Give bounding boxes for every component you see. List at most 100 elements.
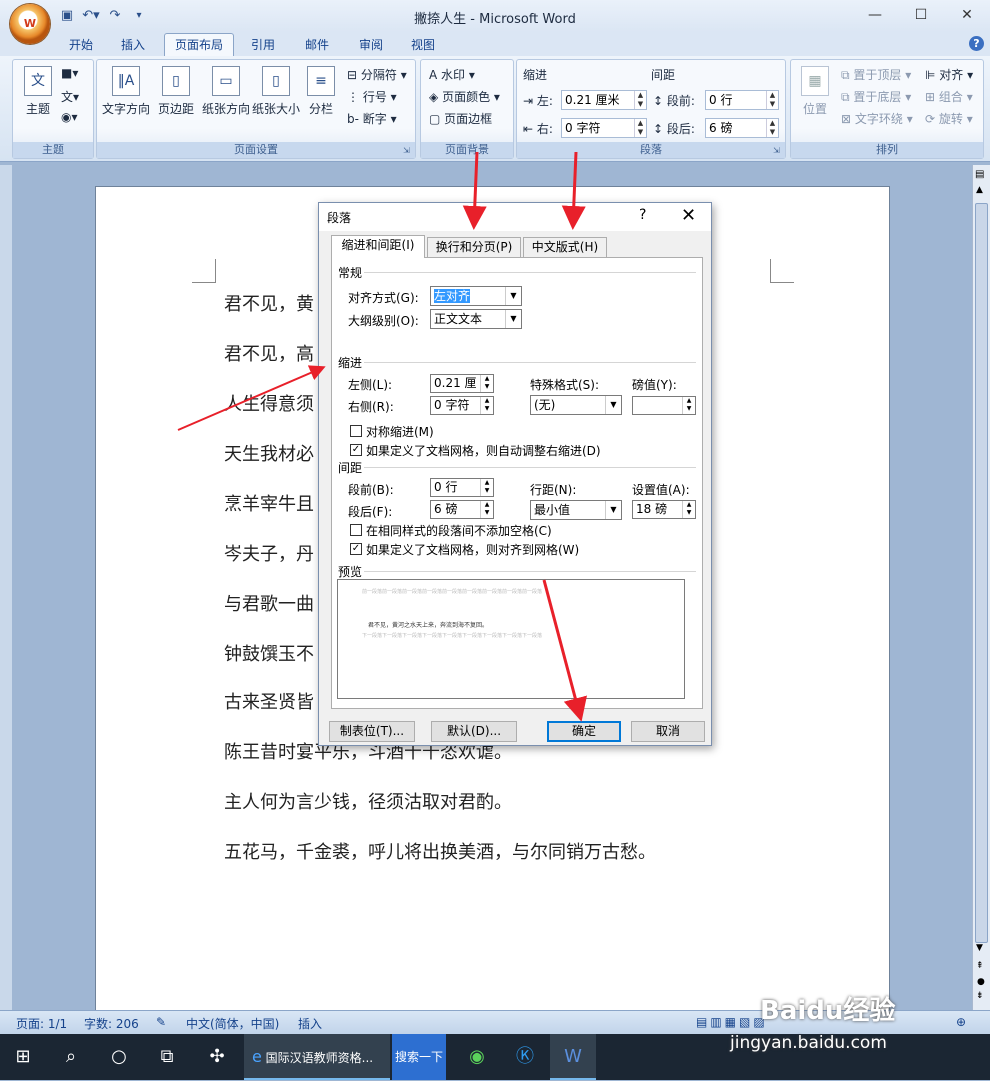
status-word-count[interactable]: 字数: 206 <box>84 1015 139 1032</box>
text-wrap-button[interactable]: ⊠ 文字环绕 ▾ <box>841 110 913 127</box>
tab-insert[interactable]: 插入 <box>110 34 156 56</box>
tab-asian-typography[interactable]: 中文版式(H) <box>523 237 607 257</box>
spacing-before-spinner[interactable]: 0 行 ▲ ▼ <box>705 90 779 110</box>
indent-left-spinner[interactable]: 0.21 厘米 ▲ ▼ <box>561 90 647 110</box>
rotate-button[interactable]: ⟳ 旋转 ▾ <box>925 110 973 127</box>
tab-review[interactable]: 审阅 <box>348 34 394 56</box>
spinner-arrows-icon[interactable]: ▲ ▼ <box>634 91 646 109</box>
theme-colors-icon[interactable]: ■▾ <box>61 66 78 80</box>
bring-front-button[interactable]: ⧉ 置于顶层 ▾ <box>841 66 911 83</box>
margins-button[interactable]: ▯ 页边距 <box>151 66 201 117</box>
indent-right-field[interactable]: 0 字符 ▲ ▼ <box>430 396 494 415</box>
cortana-icon[interactable]: ○ <box>96 1034 142 1080</box>
zoom-in-icon[interactable]: ⊕ <box>956 1015 966 1029</box>
chevron-down-icon[interactable]: ▼ <box>505 287 521 305</box>
minimize-button[interactable]: — <box>852 0 898 30</box>
at-field[interactable]: 18 磅 ▲ ▼ <box>632 500 696 519</box>
ruler-toggle-icon[interactable]: ▤ <box>975 169 984 180</box>
tab-references[interactable]: 引用 <box>240 34 286 56</box>
scroll-up-icon[interactable]: ▲ <box>976 185 983 195</box>
spinner-arrows-icon[interactable]: ▲ ▼ <box>480 501 493 518</box>
status-language[interactable]: 中文(简体，中国) <box>186 1015 279 1032</box>
set-default-button[interactable]: 默认(D)... <box>431 721 517 742</box>
page-color-button[interactable]: ◈ 页面颜色 ▾ <box>429 88 500 105</box>
auto-adjust-checkbox[interactable]: ✓ <box>350 444 362 456</box>
spinner-arrows-icon[interactable]: ▲ ▼ <box>634 119 646 137</box>
before-field[interactable]: 0 行 ▲ ▼ <box>430 478 494 497</box>
theme-effects-icon[interactable]: ◉▾ <box>61 110 78 124</box>
undo-icon[interactable]: ↶▾ <box>82 8 100 24</box>
send-back-button[interactable]: ⧉ 置于底层 ▾ <box>841 88 911 105</box>
taskbar-search-button[interactable]: 搜索一下 <box>392 1034 446 1080</box>
scroll-down-icon[interactable]: ▼ <box>976 943 983 953</box>
spinner-arrows-icon[interactable]: ▲ ▼ <box>480 375 493 392</box>
dialog-close-button[interactable]: ✕ <box>681 205 696 226</box>
office-button[interactable]: W <box>10 4 50 44</box>
next-page-icon[interactable]: ⇟ <box>976 991 984 1001</box>
tab-indents-spacing[interactable]: 缩进和间距(I) <box>331 235 425 258</box>
save-icon[interactable]: ▣ <box>58 8 76 24</box>
search-icon[interactable]: ⌕ <box>48 1034 94 1080</box>
tab-page-layout[interactable]: 页面布局 <box>164 33 234 57</box>
status-page[interactable]: 页面: 1/1 <box>16 1015 67 1032</box>
scroll-thumb[interactable] <box>975 203 988 943</box>
line-spacing-select[interactable]: 最小值 ▼ <box>530 500 622 520</box>
refresh-app-icon[interactable]: ◉ <box>454 1034 500 1080</box>
status-insert-mode[interactable]: 插入 <box>298 1015 322 1032</box>
no-space-checkbox[interactable] <box>350 524 362 536</box>
outline-level-select[interactable]: 正文文本 ▼ <box>430 309 522 329</box>
breaks-button[interactable]: ⊟ 分隔符 ▾ <box>347 66 407 83</box>
prev-page-icon[interactable]: ⇞ <box>976 961 984 971</box>
windows-start-icon[interactable]: ⊞ <box>0 1034 46 1080</box>
snap-grid-checkbox[interactable]: ✓ <box>350 543 362 555</box>
indent-left-field[interactable]: 0.21 厘 ▲ ▼ <box>430 374 494 393</box>
ok-button[interactable]: 确定 <box>547 721 621 742</box>
position-button[interactable]: ▦ 位置 <box>793 66 837 117</box>
customize-qat-icon[interactable]: ▾ <box>130 8 148 24</box>
dialog-help-button[interactable]: ? <box>639 207 646 223</box>
chevron-down-icon[interactable]: ▼ <box>505 310 521 328</box>
page-setup-launcher-icon[interactable]: ⇲ <box>403 146 413 156</box>
proofing-icon[interactable]: ✎ <box>156 1015 166 1029</box>
after-field[interactable]: 6 磅 ▲ ▼ <box>430 500 494 519</box>
maximize-button[interactable]: ☐ <box>898 0 944 30</box>
tab-view[interactable]: 视图 <box>400 34 446 56</box>
special-select[interactable]: (无) ▼ <box>530 395 622 415</box>
paragraph-launcher-icon[interactable]: ⇲ <box>773 146 783 156</box>
size-button[interactable]: ▯ 纸张大小 <box>251 66 301 117</box>
group-button[interactable]: ⊞ 组合 ▾ <box>925 88 973 105</box>
spinner-arrows-icon[interactable]: ▲ ▼ <box>682 501 695 518</box>
by-field[interactable]: ▲ ▼ <box>632 396 696 415</box>
spinner-arrows-icon[interactable]: ▲ ▼ <box>480 397 493 414</box>
line-numbers-button[interactable]: ⋮ 行号 ▾ <box>347 88 397 105</box>
help-icon[interactable]: ? <box>969 36 984 51</box>
k-app-icon[interactable]: Ⓚ <box>502 1034 548 1080</box>
pinwheel-app-icon[interactable]: ✣ <box>194 1034 240 1080</box>
alignment-select[interactable]: 左对齐 ▼ <box>430 286 522 306</box>
page-borders-button[interactable]: ▢ 页面边框 <box>429 110 492 127</box>
chevron-down-icon[interactable]: ▼ <box>605 396 621 414</box>
orientation-button[interactable]: ▭ 纸张方向 <box>201 66 251 117</box>
spinner-arrows-icon[interactable]: ▲ ▼ <box>682 397 695 414</box>
tab-line-page-breaks[interactable]: 换行和分页(P) <box>427 237 521 257</box>
columns-button[interactable]: ≡ 分栏 <box>299 66 343 117</box>
text-direction-button[interactable]: ‖A 文字方向 <box>101 66 151 117</box>
word-app-icon[interactable]: W <box>550 1034 596 1080</box>
watermark-button[interactable]: A 水印 ▾ <box>429 66 475 83</box>
tab-home[interactable]: 开始 <box>58 34 104 56</box>
tabs-button[interactable]: 制表位(T)... <box>329 721 415 742</box>
close-window-button[interactable]: ✕ <box>944 0 990 30</box>
tab-mailings[interactable]: 邮件 <box>294 34 340 56</box>
spinner-arrows-icon[interactable]: ▲ ▼ <box>480 479 493 496</box>
redo-icon[interactable]: ↷ <box>106 8 124 24</box>
task-view-icon[interactable]: ⧉ <box>144 1034 190 1080</box>
theme-fonts-icon[interactable]: 文▾ <box>61 88 79 105</box>
taskbar-browser-item[interactable]: e 国际汉语教师资格... <box>244 1034 390 1080</box>
align-button[interactable]: ⊫ 对齐 ▾ <box>925 66 973 83</box>
indent-right-spinner[interactable]: 0 字符 ▲ ▼ <box>561 118 647 138</box>
cancel-button[interactable]: 取消 <box>631 721 705 742</box>
chevron-down-icon[interactable]: ▼ <box>605 501 621 519</box>
mirror-indents-checkbox[interactable] <box>350 425 362 437</box>
themes-button[interactable]: 文 主题 <box>15 66 61 117</box>
hyphenation-button[interactable]: b‐ 断字 ▾ <box>347 110 397 127</box>
